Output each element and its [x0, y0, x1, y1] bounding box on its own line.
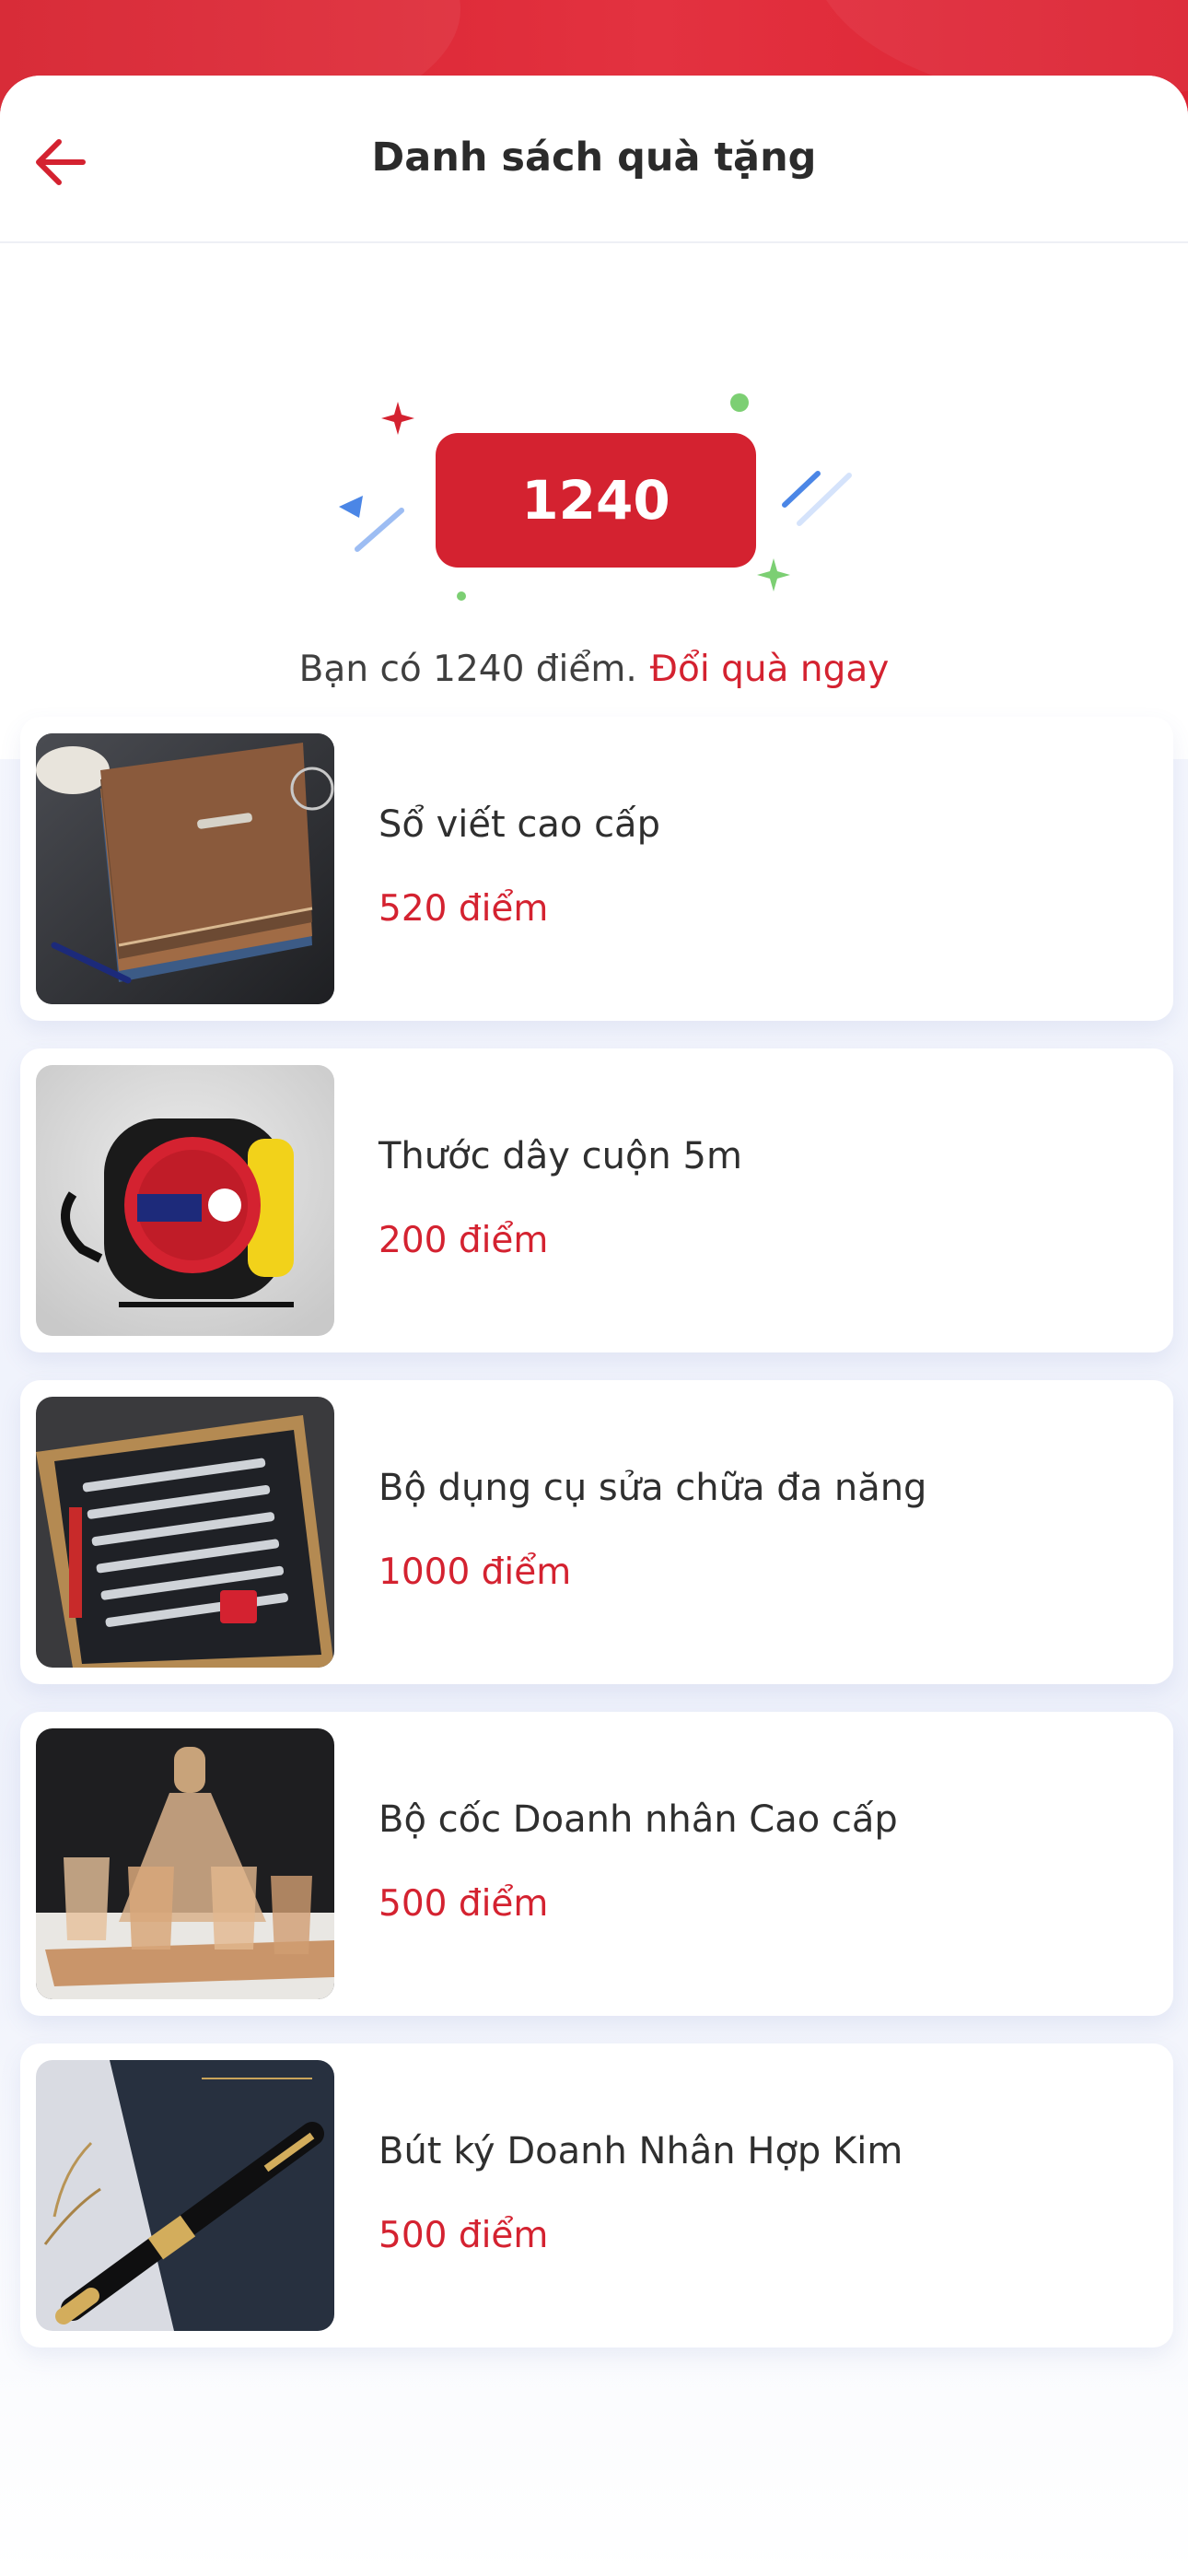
gift-name: Bộ cốc Doanh nhân Cao cấp [379, 1798, 898, 1841]
redeem-now-link[interactable]: Đổi quà ngay [650, 649, 890, 690]
app-header: Danh sách quà tặng [0, 76, 1188, 243]
gift-points: 1000 điểm [379, 1551, 572, 1593]
small-green-dot-icon [457, 591, 466, 601]
gift-points: 520 điểm [379, 888, 549, 930]
gift-list: Sổ viết cao cấp 520 điểm Thước dây cuộn … [20, 717, 1173, 2375]
green-dot-icon [730, 393, 749, 412]
gift-card[interactable]: Bộ dụng cụ sửa chữa đa năng 1000 điểm [20, 1380, 1173, 1684]
green-star-icon [757, 558, 790, 591]
pen-image [36, 2060, 334, 2331]
gift-card[interactable]: Bộ cốc Doanh nhân Cao cấp 500 điểm [20, 1712, 1173, 2016]
gift-card[interactable]: Bút ký Doanh Nhân Hợp Kim 500 điểm [20, 2043, 1173, 2348]
gift-name: Bộ dụng cụ sửa chữa đa năng [379, 1467, 927, 1509]
gift-name: Sổ viết cao cấp [379, 803, 660, 846]
gift-points: 200 điểm [379, 1220, 549, 1261]
points-message-row: Bạn có 1240 điểm. Đổi quà ngay [0, 649, 1188, 690]
points-summary: 1240 Bạn có 1240 điểm. Đổi quà ngay [0, 243, 1188, 759]
points-message: Bạn có 1240 điểm. [298, 649, 637, 690]
blue-dash-right-icon [782, 471, 852, 526]
page-title: Danh sách quà tặng [371, 135, 817, 181]
gift-points: 500 điểm [379, 1883, 549, 1925]
blue-dash-left-icon [355, 508, 404, 552]
red-star-icon [381, 402, 414, 435]
notebook-image [36, 733, 334, 1004]
gift-name: Thước dây cuộn 5m [379, 1135, 742, 1177]
toolbox-image [36, 1397, 334, 1668]
gift-name: Bút ký Doanh Nhân Hợp Kim [379, 2130, 903, 2172]
points-badge: 1240 [436, 433, 756, 568]
glass-set-image [36, 1728, 334, 1999]
gift-points: 500 điểm [379, 2215, 549, 2256]
gift-card[interactable]: Sổ viết cao cấp 520 điểm [20, 717, 1173, 1021]
tape-measure-image [36, 1065, 334, 1336]
content-sheet: Danh sách quà tặng 1240 Bạn có 1240 điểm… [0, 76, 1188, 2576]
gift-card[interactable]: Thước dây cuộn 5m 200 điểm [20, 1048, 1173, 1352]
